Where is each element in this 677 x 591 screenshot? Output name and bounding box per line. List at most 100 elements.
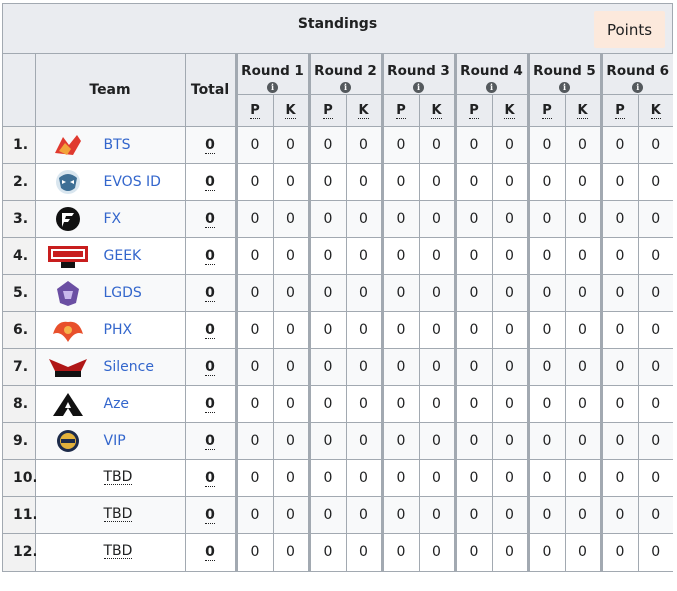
silence-logo[interactable] — [47, 353, 89, 381]
rank-cell: 8. — [3, 385, 36, 423]
p-value-round-2: 0 — [308, 311, 347, 349]
p-value-round-5: 0 — [527, 496, 566, 534]
total-cell: 0 — [184, 237, 238, 275]
total-cell: 0 — [184, 422, 238, 460]
k-value-round-1: 0 — [272, 200, 311, 238]
table-row: 2. EVOS ID 0 0 0 0 0 0 0 0 0 0 0 0 0 — [3, 163, 673, 201]
p-value-round-2: 0 — [308, 385, 347, 423]
team-link[interactable]: BTS — [104, 137, 131, 153]
k-value-round-4: 0 — [491, 496, 530, 534]
k-value-round-4: 0 — [491, 311, 530, 349]
p-value-round-2: 0 — [308, 237, 347, 275]
k-abbr: K — [285, 103, 296, 119]
p-value-round-4: 0 — [454, 200, 493, 238]
round-3-k-header: K — [418, 94, 457, 127]
round-label: Round 4 — [460, 63, 523, 79]
k-abbr: K — [504, 103, 515, 119]
table-row: 7. Silence 0 0 0 0 0 0 0 0 0 0 0 0 0 — [3, 348, 673, 386]
k-value-round-2: 0 — [345, 459, 384, 497]
table-row: 1. BTS 0 0 0 0 0 0 0 0 0 0 0 0 0 — [3, 126, 673, 164]
p-value-round-6: 0 — [600, 126, 639, 164]
team-tbd-label: TBD — [103, 506, 133, 522]
vip-logo[interactable] — [47, 427, 89, 455]
k-value-round-3: 0 — [418, 422, 457, 460]
p-value-round-4: 0 — [454, 385, 493, 423]
rank-header — [3, 54, 36, 127]
standings-header: Standings Points — [3, 4, 672, 54]
round-5-k-header: K — [564, 94, 603, 127]
k-value-round-2: 0 — [345, 274, 384, 312]
team-link[interactable]: GEEK — [104, 248, 142, 264]
team-link[interactable]: Aze — [104, 396, 130, 412]
p-abbr: P — [469, 103, 479, 119]
evos-logo[interactable] — [47, 168, 89, 196]
info-icon[interactable]: i — [632, 82, 644, 93]
geek-logo[interactable] — [47, 242, 89, 270]
p-value-round-6: 0 — [600, 237, 639, 275]
aze-logo[interactable] — [47, 390, 89, 418]
team-cell: VIP — [34, 422, 186, 460]
p-value-round-5: 0 — [527, 126, 566, 164]
team-link[interactable]: LGDS — [104, 285, 142, 301]
p-value-round-4: 0 — [454, 126, 493, 164]
standings-title: Standings — [297, 16, 378, 32]
k-value-round-1: 0 — [272, 348, 311, 386]
total-cell: 0 — [184, 496, 238, 534]
p-abbr: P — [323, 103, 333, 119]
k-value-round-5: 0 — [564, 459, 603, 497]
round-2-k-header: K — [345, 94, 384, 127]
p-value-round-6: 0 — [600, 496, 639, 534]
points-button[interactable]: Points — [594, 11, 665, 48]
info-icon[interactable]: i — [340, 82, 351, 93]
p-value-round-3: 0 — [381, 126, 420, 164]
p-value-round-5: 0 — [527, 274, 566, 312]
team-cell: TBD — [34, 533, 186, 571]
k-value-round-6: 0 — [637, 459, 673, 497]
info-icon[interactable]: i — [486, 82, 497, 93]
team-link[interactable]: Silence — [104, 359, 154, 375]
p-value-round-2: 0 — [308, 459, 347, 497]
team-tbd-label: TBD — [103, 469, 133, 485]
p-value-round-6: 0 — [600, 385, 639, 423]
p-value-round-2: 0 — [308, 163, 347, 201]
fx-logo[interactable] — [47, 205, 89, 233]
total-cell: 0 — [184, 274, 238, 312]
team-link[interactable]: PHX — [104, 322, 133, 338]
p-value-round-5: 0 — [527, 237, 566, 275]
info-icon[interactable]: i — [559, 82, 570, 93]
p-value-round-1: 0 — [235, 274, 274, 312]
total-header: Total — [184, 54, 238, 127]
k-value-round-3: 0 — [418, 274, 457, 312]
table-row: 9. VIP 0 0 0 0 0 0 0 0 0 0 0 0 0 — [3, 422, 673, 460]
rank-cell: 9. — [3, 422, 36, 460]
p-value-round-1: 0 — [235, 422, 274, 460]
info-icon[interactable]: i — [413, 82, 424, 93]
total-value: 0 — [205, 322, 215, 339]
k-value-round-3: 0 — [418, 163, 457, 201]
info-icon[interactable]: i — [267, 82, 278, 93]
p-value-round-5: 0 — [527, 385, 566, 423]
k-value-round-2: 0 — [345, 311, 384, 349]
bts-logo[interactable] — [47, 131, 89, 159]
k-value-round-5: 0 — [564, 422, 603, 460]
p-value-round-6: 0 — [600, 348, 639, 386]
round-5-header: Round 5 i — [527, 54, 603, 95]
team-link[interactable]: EVOS ID — [104, 174, 161, 190]
rank-cell: 4. — [3, 237, 36, 275]
team-link[interactable]: VIP — [104, 433, 126, 449]
p-value-round-3: 0 — [381, 237, 420, 275]
phx-logo[interactable] — [47, 316, 89, 344]
p-value-round-3: 0 — [381, 496, 420, 534]
k-value-round-1: 0 — [272, 311, 311, 349]
lgds-logo[interactable] — [47, 279, 89, 307]
k-value-round-5: 0 — [564, 385, 603, 423]
k-value-round-6: 0 — [637, 163, 673, 201]
table-row: 11. TBD 0 0 0 0 0 0 0 0 0 0 0 0 0 — [3, 496, 673, 534]
team-cell: EVOS ID — [34, 163, 186, 201]
total-cell: 0 — [184, 200, 238, 238]
p-value-round-4: 0 — [454, 348, 493, 386]
k-value-round-5: 0 — [564, 163, 603, 201]
team-link[interactable]: FX — [104, 211, 122, 227]
round-2-p-header: P — [308, 94, 347, 127]
k-value-round-6: 0 — [637, 496, 673, 534]
